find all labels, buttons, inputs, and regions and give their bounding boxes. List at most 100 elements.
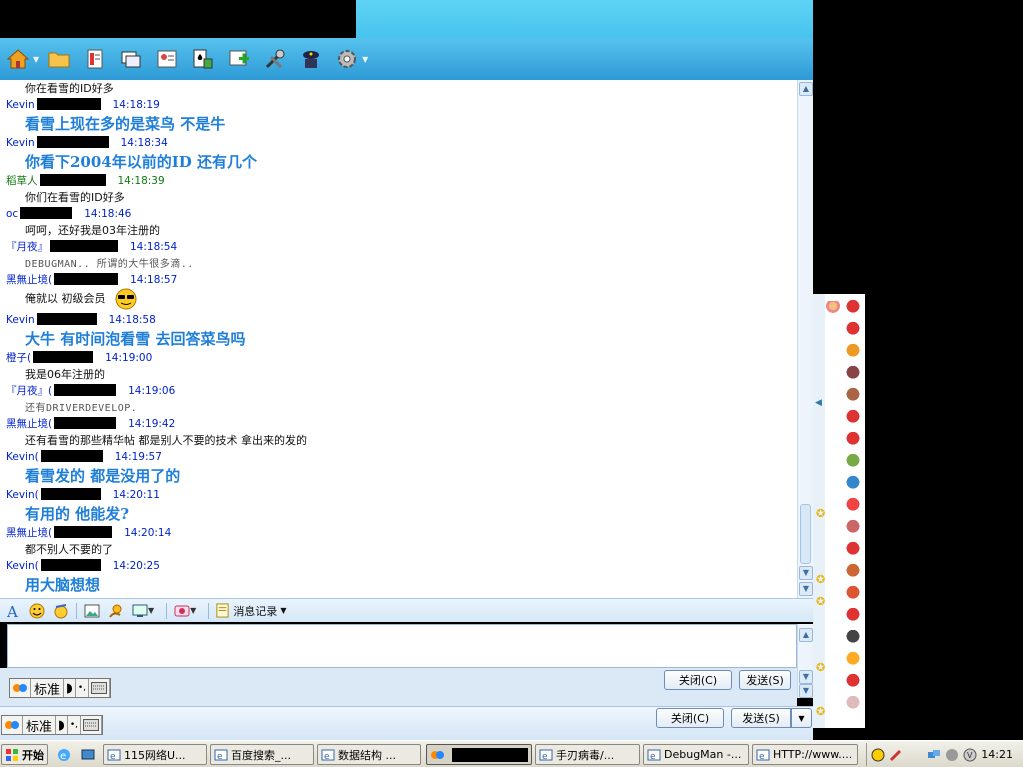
image-button[interactable] <box>83 602 101 620</box>
member-avatar-icon[interactable] <box>844 497 862 515</box>
sender-name[interactable]: 黑無止境( <box>6 274 52 286</box>
pen-tray-icon[interactable] <box>889 748 903 762</box>
screenshot-dropdown-arrow[interactable]: ▼ <box>148 606 154 615</box>
message-input[interactable] <box>7 624 797 668</box>
antivirus-tray-icon[interactable] <box>945 748 959 762</box>
ime-status-bar-outer[interactable]: 标准 ◗ •, <box>1 715 104 735</box>
input-scroll-bottom-arrow[interactable]: ▼ <box>799 684 813 698</box>
sender-name[interactable]: Kevin( <box>6 489 39 501</box>
magic-emoticon-button[interactable] <box>52 602 70 620</box>
taskbar-window-button[interactable]: e 115网络U... <box>103 744 207 765</box>
send-options-arrow[interactable]: ▼ <box>791 708 812 728</box>
member-avatar-icon[interactable] <box>844 651 862 669</box>
member-avatar-icon[interactable] <box>844 343 862 361</box>
video-dropdown-arrow[interactable]: ▼ <box>190 606 196 615</box>
screenshot-button[interactable] <box>131 602 149 620</box>
member-avatar-icon[interactable] <box>844 321 862 339</box>
taskbar-window-button[interactable] <box>426 744 532 765</box>
taskbar-window-button[interactable]: e 百度搜索_... <box>210 744 314 765</box>
input-scrollbar[interactable]: ▲ ▼ ▼ <box>797 624 813 698</box>
games-button[interactable] <box>189 45 217 73</box>
scroll-bottom-arrow[interactable]: ▼ <box>799 582 813 596</box>
emoticon-button[interactable] <box>28 602 46 620</box>
chat-message-text: 呵呵，还好我是03年注册的 <box>25 222 160 238</box>
sender-name[interactable]: Kevin <box>6 137 35 149</box>
message-log-button[interactable]: 消息记录 ▼ <box>215 603 286 619</box>
folder-button[interactable] <box>45 45 73 73</box>
member-avatar-icon[interactable] <box>844 409 862 427</box>
taskbar-window-button[interactable]: e HTTP://www.... <box>752 744 858 765</box>
sender-name[interactable]: Kevin <box>6 99 35 111</box>
sender-name[interactable]: Kevin( <box>6 451 39 463</box>
sender-name[interactable]: 『月夜』 <box>6 241 48 253</box>
sender-name[interactable]: oc <box>6 208 18 220</box>
member-avatar-icon[interactable] <box>844 629 862 647</box>
ime-logo-icon <box>2 716 23 734</box>
member-avatar-icon[interactable] <box>844 431 862 449</box>
settings-dropdown-arrow[interactable]: ▼ <box>362 55 368 64</box>
inner-close-button[interactable]: 关闭(C) <box>664 670 732 690</box>
inner-send-button[interactable]: 发送(S) <box>739 670 791 690</box>
card-button[interactable] <box>153 45 181 73</box>
sender-name[interactable]: 黑無止境( <box>6 527 52 539</box>
redacted-sender-id <box>36 136 109 148</box>
windows-button[interactable] <box>117 45 145 73</box>
chat-message-header: Kevin 14:18:58 <box>6 313 156 327</box>
desktop-quicklaunch[interactable] <box>78 744 98 765</box>
member-avatar-icon[interactable] <box>844 541 862 559</box>
ime-status-bar-inner[interactable]: 标准 ◗ •, <box>9 678 112 698</box>
scroll-up-arrow[interactable]: ▲ <box>799 82 813 96</box>
member-avatar-icon[interactable] <box>844 519 862 537</box>
collapse-arrow-icon[interactable]: ◀ <box>815 398 822 408</box>
self-status-icon[interactable] <box>826 301 840 315</box>
message-log-dropdown-arrow[interactable]: ▼ <box>280 606 286 615</box>
member-avatar-icon[interactable] <box>844 607 862 625</box>
member-avatar-icon[interactable] <box>844 673 862 691</box>
svg-text:e: e <box>542 752 548 762</box>
start-button[interactable]: 开始 <box>1 744 48 765</box>
sender-name[interactable]: 稻草人 <box>6 175 38 187</box>
scroll-thumb[interactable] <box>800 504 811 564</box>
sender-name[interactable]: 橙子( <box>6 352 31 364</box>
taskbar-window-button[interactable]: e DebugMan -... <box>643 744 749 765</box>
video-button[interactable] <box>173 602 191 620</box>
ie-quicklaunch[interactable]: e <box>54 744 74 765</box>
qq-tray-icon[interactable] <box>871 748 885 762</box>
taskbar-window-button[interactable]: e 手刃病毒/... <box>535 744 640 765</box>
member-avatar-icon[interactable] <box>844 695 862 713</box>
chat-scrollbar[interactable]: ▲ ▼ ▼ <box>797 80 813 598</box>
chat-message-header: oc 14:18:46 <box>6 207 131 221</box>
member-avatar-icon[interactable] <box>844 475 862 493</box>
tools-button[interactable] <box>261 45 289 73</box>
police-button[interactable] <box>297 45 325 73</box>
member-avatar-icon[interactable] <box>844 563 862 581</box>
taskbar-window-button[interactable]: e 数据结构 ... <box>317 744 421 765</box>
home-button[interactable] <box>4 45 32 73</box>
member-avatar-icon[interactable] <box>844 453 862 471</box>
notes-button[interactable] <box>81 45 109 73</box>
add-button[interactable] <box>225 45 253 73</box>
sender-name[interactable]: 黑無止境( <box>6 418 52 430</box>
sender-name[interactable]: 『月夜』( <box>6 385 52 397</box>
redacted-sender-id <box>36 98 101 110</box>
member-avatar-icon[interactable] <box>844 585 862 603</box>
font-button[interactable]: A <box>4 602 22 620</box>
outer-send-button[interactable]: 发送(S) <box>731 708 791 728</box>
volume-tray-icon[interactable]: V <box>963 748 977 762</box>
home-dropdown-arrow[interactable]: ▼ <box>33 55 39 64</box>
svg-text:e: e <box>759 752 765 762</box>
network-tray-icon[interactable] <box>927 748 941 762</box>
sender-name[interactable]: Kevin <box>6 314 35 326</box>
outer-close-button[interactable]: 关闭(C) <box>656 708 724 728</box>
input-scroll-down-arrow[interactable]: ▼ <box>799 670 813 684</box>
scroll-down-arrow[interactable]: ▼ <box>799 566 813 580</box>
chat-message-text: 我是06年注册的 <box>25 366 105 382</box>
sender-name[interactable]: Kevin( <box>6 560 39 572</box>
settings-button[interactable] <box>333 45 361 73</box>
member-avatar-icon[interactable] <box>844 299 862 317</box>
nudge-button[interactable] <box>107 602 125 620</box>
input-scroll-up-arrow[interactable]: ▲ <box>799 628 813 642</box>
member-avatar-icon[interactable] <box>844 387 862 405</box>
clock[interactable]: 14:21 <box>981 748 1013 761</box>
member-avatar-icon[interactable] <box>844 365 862 383</box>
